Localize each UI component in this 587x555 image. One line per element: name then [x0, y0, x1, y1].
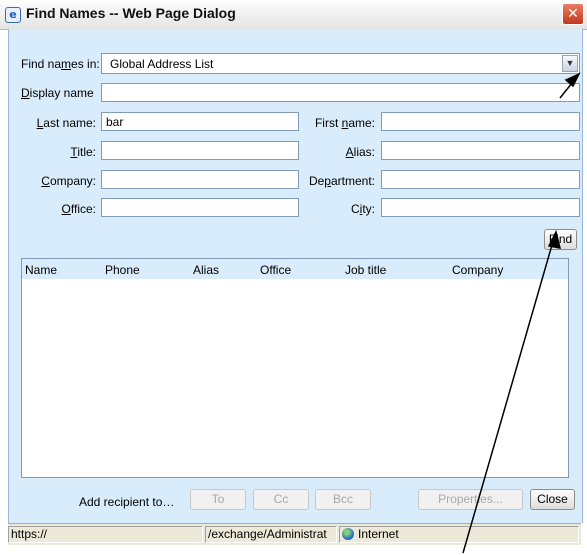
arrow-head-dropdown [564, 72, 581, 88]
arrow-head-find [547, 229, 562, 249]
arrow-to-find [462, 237, 555, 554]
annotation-arrows [462, 72, 581, 554]
